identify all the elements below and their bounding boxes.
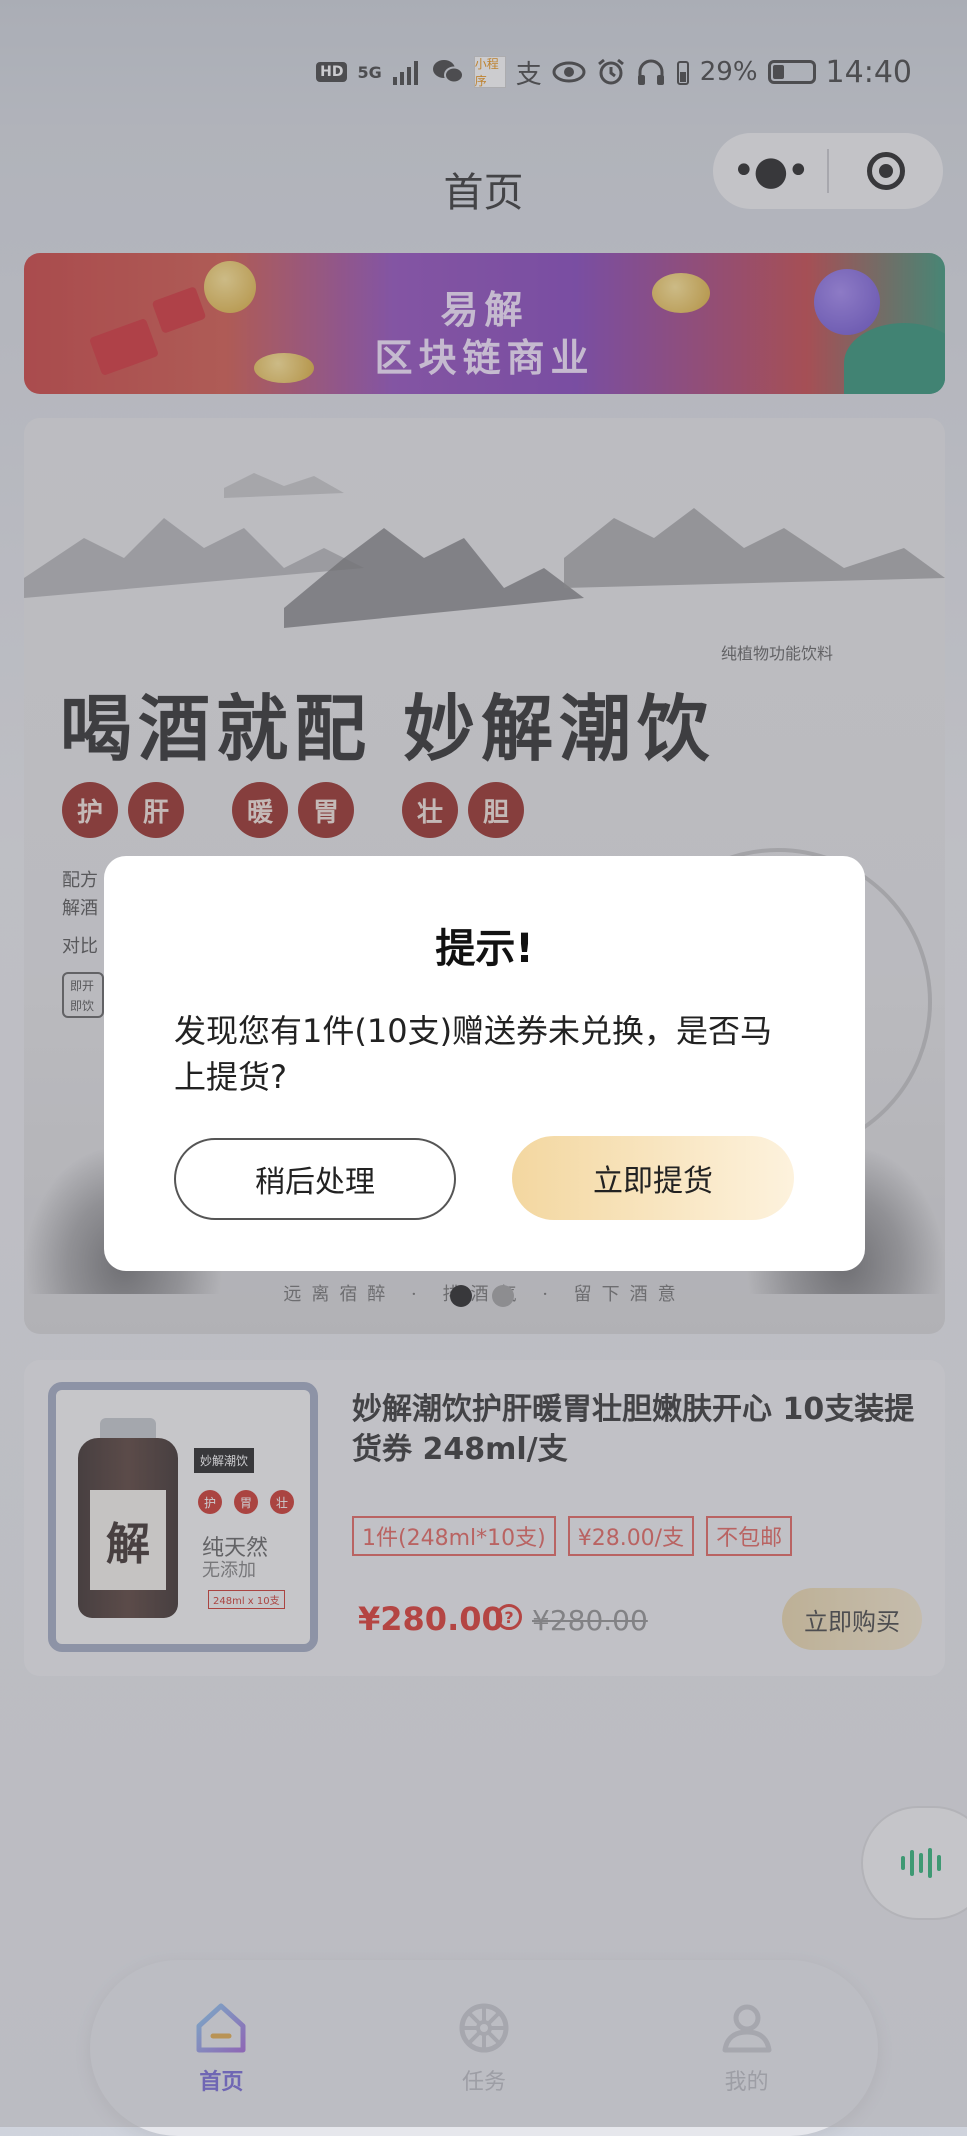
dialog-message: 发现您有1件(10支)赠送券未兑换，是否马上提货?	[174, 1012, 773, 1096]
redeem-prompt-dialog: 提示! 发现您有1件(10支)赠送券未兑换，是否马上提货? 稍后处理 立即提货	[104, 856, 865, 1271]
handle-later-button[interactable]: 稍后处理	[174, 1138, 456, 1220]
redeem-now-button[interactable]: 立即提货	[512, 1136, 794, 1220]
dialog-title: 提示!	[435, 926, 534, 972]
